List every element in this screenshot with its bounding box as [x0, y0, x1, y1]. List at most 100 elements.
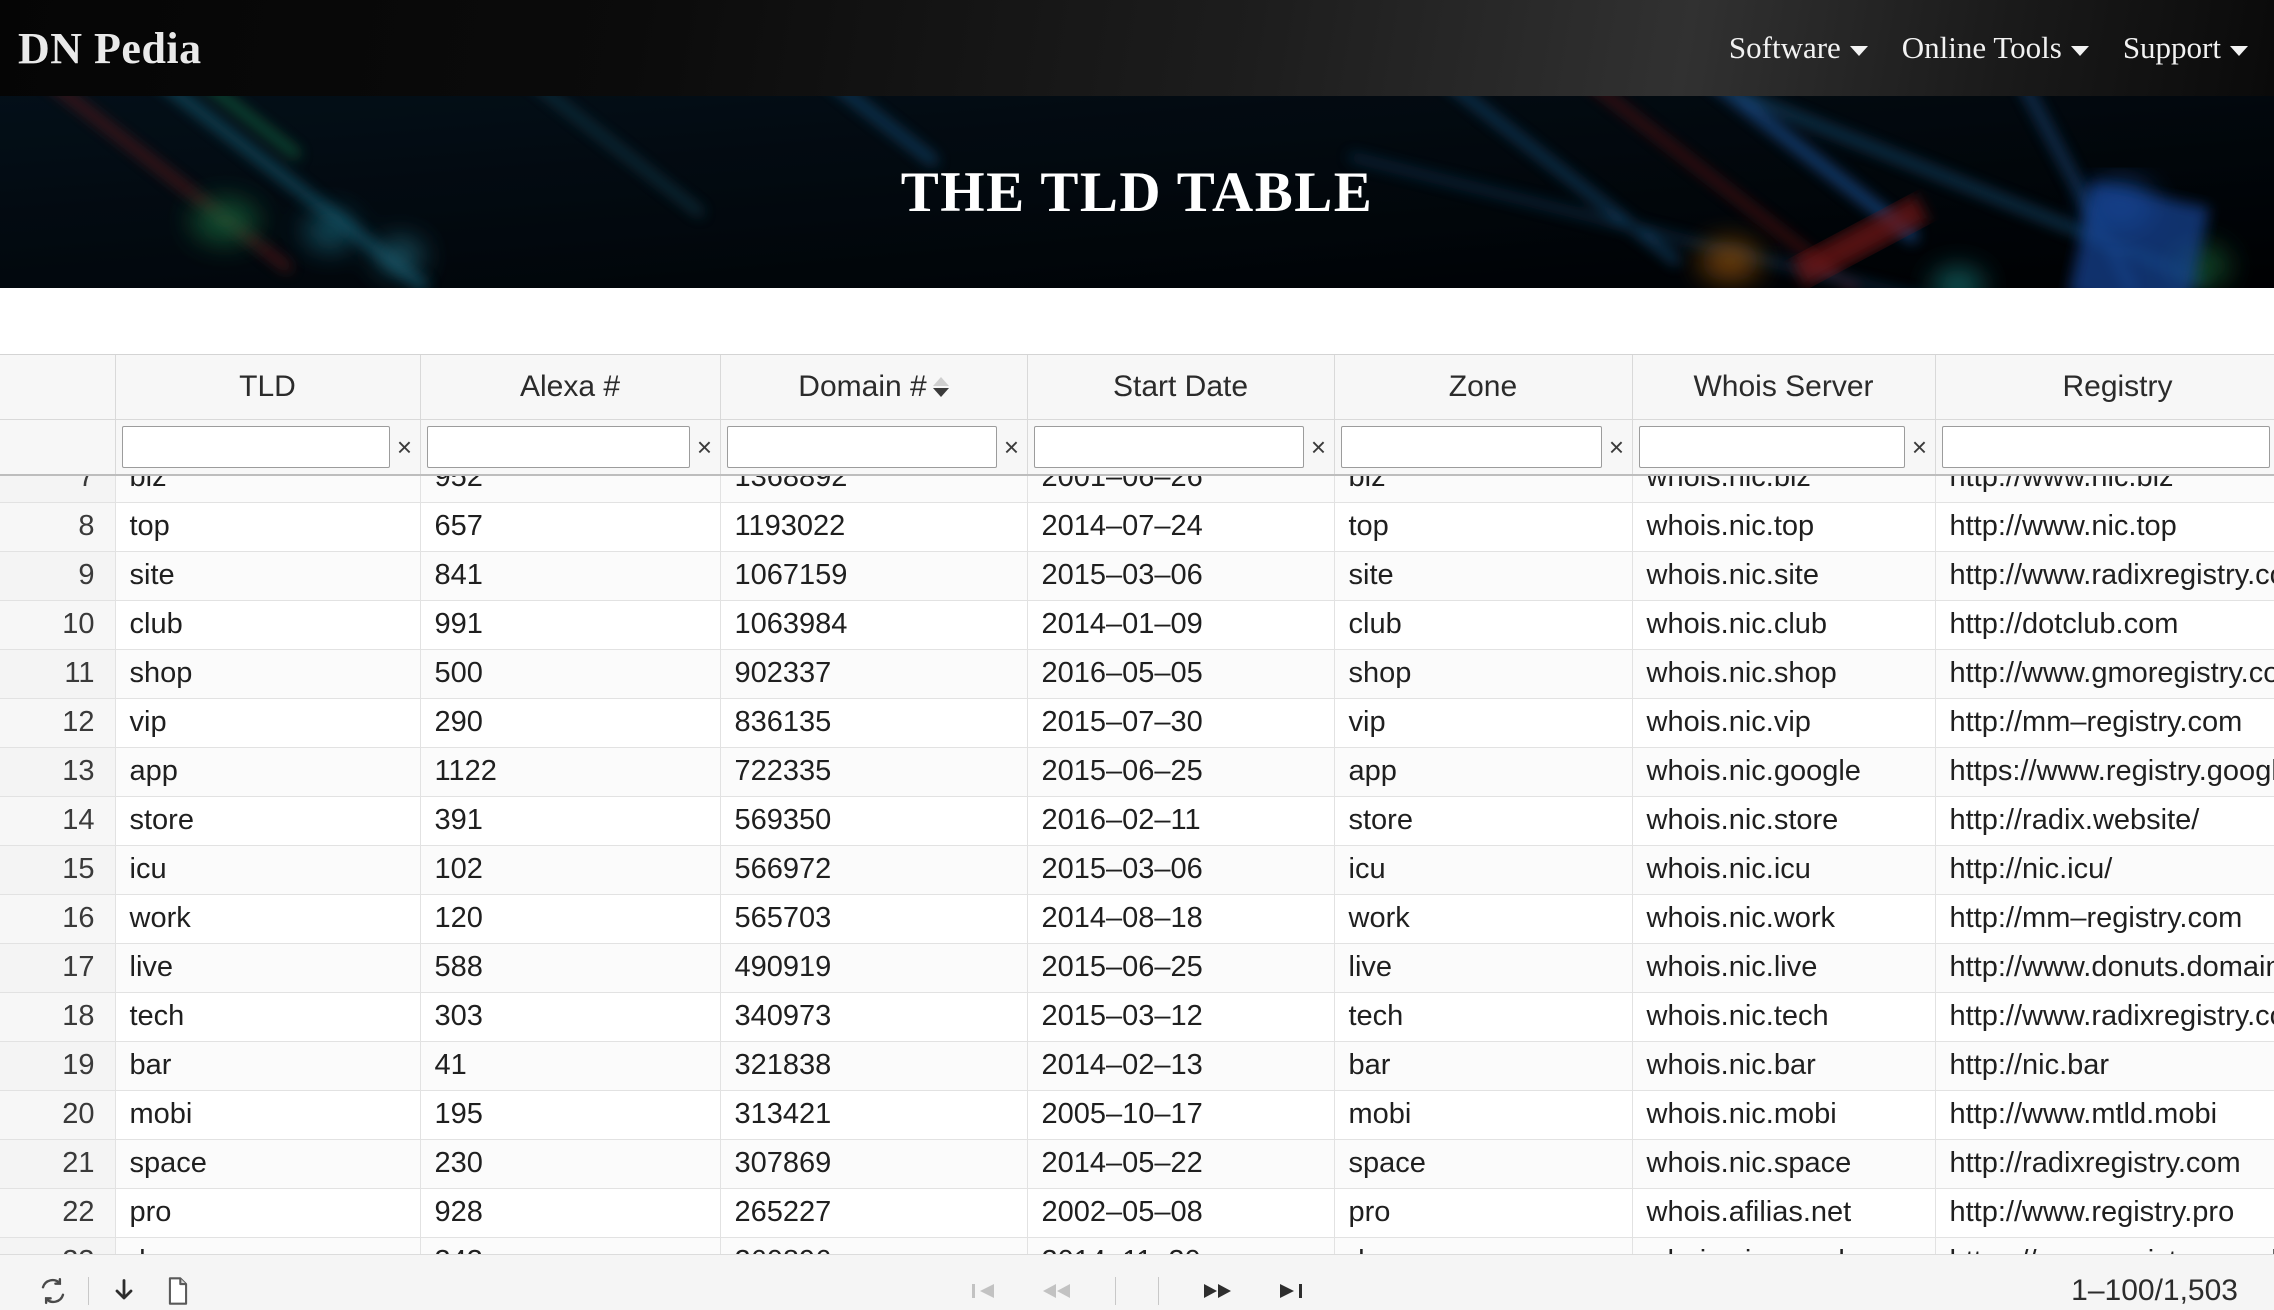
- cell-registry: http://www.mtld.mobi: [1934, 1090, 2274, 1140]
- table-row[interactable]: 8 top 657 1193022 2014–07–24 top whois.nic.top…: [0, 502, 2274, 552]
- table-row[interactable]: 12 vip 290 836135 2015–07–30 vip whois.nic.vip…: [0, 698, 2274, 748]
- cell-whois-server: whois.nic.top: [1631, 502, 1936, 552]
- filter-cell-tld: ×: [114, 418, 421, 476]
- cell-tld: vip: [114, 698, 421, 748]
- cell-alexa: 102: [419, 845, 721, 895]
- cell-whois-server: whois.nic.tech: [1631, 992, 1936, 1042]
- filter-cell-alexa: ×: [419, 418, 721, 476]
- filter-input-whois-server[interactable]: [1638, 425, 1905, 468]
- nav-item-software[interactable]: Software: [1729, 30, 1868, 66]
- row-index: 22: [0, 1188, 116, 1238]
- cell-start-date: 2015–07–30: [1026, 698, 1335, 748]
- first-page-icon[interactable]: [959, 1268, 1007, 1310]
- cell-whois-server: whois.afilias.net: [1631, 1188, 1936, 1238]
- table-row[interactable]: 14 store 391 569350 2016–02–11 store whois.nic…: [0, 796, 2274, 846]
- nav-item-label: Software: [1728, 30, 1841, 65]
- document-icon[interactable]: [151, 1265, 205, 1310]
- cell-zone: icu: [1333, 845, 1633, 895]
- cell-domain: 902337: [719, 649, 1028, 699]
- cell-whois-server: whois.nic.site: [1631, 551, 1936, 601]
- cell-alexa: 841: [419, 551, 721, 601]
- clear-filter-icon[interactable]: ×: [1606, 434, 1628, 460]
- clear-filter-icon[interactable]: ×: [1909, 434, 1931, 460]
- table-filter-row: × × × × × ×: [0, 418, 2274, 476]
- row-index: 14: [0, 796, 116, 846]
- table-row[interactable]: 10 club 991 1063984 2014–01–09 club whois.nic.…: [0, 600, 2274, 650]
- cell-registry: http://nic.bar: [1934, 1041, 2274, 1091]
- clear-filter-icon[interactable]: ×: [1308, 434, 1330, 460]
- last-page-icon[interactable]: [1267, 1268, 1315, 1310]
- table-body: 7 biz 952 1368892 2001–06–26 biz whois.nic.biz…: [0, 453, 2274, 1254]
- nav-item-support[interactable]: Support: [2123, 30, 2248, 66]
- cell-start-date: 2014–08–18: [1026, 894, 1335, 944]
- footer-tools: [26, 1265, 205, 1310]
- cell-registry: http://dotclub.com: [1934, 600, 2274, 650]
- table-row[interactable]: 23dev3432608962014–11–20devwhois.nic.goo…: [0, 1237, 2274, 1254]
- cell-registry: http://www.radixregistry.com: [1934, 551, 2274, 601]
- table-row[interactable]: 13 app 1122 722335 2015–06–25 app whois.nic.go…: [0, 747, 2274, 797]
- cell-registry: http://www.gmoregistry.com: [1934, 649, 2274, 699]
- filter-input-tld[interactable]: [121, 425, 390, 468]
- next-page-icon[interactable]: [1193, 1268, 1241, 1310]
- row-index: 8: [0, 502, 116, 552]
- column-header-registry[interactable]: Registry: [1934, 355, 2274, 420]
- cell-whois-server: whois.nic.mobi: [1631, 1090, 1936, 1140]
- table-header-row: TLD Alexa # Domain # Start Date Zone Who…: [0, 355, 2274, 420]
- filter-input-start-date[interactable]: [1033, 425, 1304, 468]
- table-row[interactable]: 15 icu 102 566972 2015–03–06 icu whois.nic.icu…: [0, 845, 2274, 895]
- column-header-whois-server[interactable]: Whois Server: [1631, 355, 1936, 420]
- column-header-start-date[interactable]: Start Date: [1026, 355, 1335, 420]
- cell-start-date: 2015–03–06: [1026, 845, 1335, 895]
- cell-domain: 340973: [719, 992, 1028, 1042]
- cell-registry: http://www.nic.top: [1934, 502, 2274, 552]
- table-row[interactable]: 21 space 230 307869 2014–05–22 space whois.nic…: [0, 1139, 2274, 1189]
- cell-zone: bar: [1333, 1041, 1633, 1091]
- nav-links: Software Online Tools Support: [1729, 30, 2252, 66]
- table-row[interactable]: 18 tech 303 340973 2015–03–12 tech whois.nic.t…: [0, 992, 2274, 1042]
- cell-alexa: 928: [419, 1188, 721, 1238]
- column-header-label: Start Date: [1112, 369, 1249, 403]
- table-row[interactable]: 11 shop 500 902337 2016–05–05 shop whois.nic.s…: [0, 649, 2274, 699]
- table-row[interactable]: 9 site 841 1067159 2015–03–06 site whois.nic.s…: [0, 551, 2274, 601]
- cell-registry: http://www.donuts.domains: [1934, 943, 2274, 993]
- cell-tld: mobi: [114, 1090, 421, 1140]
- cell-whois-server: whois.nic.work: [1631, 894, 1936, 944]
- row-index: 16: [0, 894, 116, 944]
- filter-input-alexa[interactable]: [426, 425, 690, 468]
- row-index: 23: [0, 1237, 116, 1254]
- table-header-layer: TLD Alexa # Domain # Start Date Zone Who…: [0, 355, 2274, 476]
- download-icon[interactable]: [97, 1265, 151, 1310]
- cell-start-date: 2015–03–12: [1026, 992, 1335, 1042]
- clear-filter-icon[interactable]: ×: [394, 434, 416, 460]
- cell-domain: 313421: [719, 1090, 1028, 1140]
- column-header-zone[interactable]: Zone: [1333, 355, 1633, 420]
- refresh-icon[interactable]: [26, 1265, 80, 1310]
- chevron-down-icon: [1849, 45, 1868, 56]
- cell-whois-server: whois.nic.shop: [1631, 649, 1936, 699]
- clear-filter-icon[interactable]: ×: [1001, 434, 1023, 460]
- filter-input-domain[interactable]: [726, 425, 997, 468]
- nav-item-online-tools[interactable]: Online Tools: [1902, 30, 2089, 66]
- table-row[interactable]: 20 mobi 195 313421 2005–10–17 mobi whois.nic.m…: [0, 1090, 2274, 1140]
- table-row[interactable]: 17 live 588 490919 2015–06–25 live whois.nic.l…: [0, 943, 2274, 993]
- column-header-tld[interactable]: TLD: [114, 355, 421, 420]
- cell-domain: 321838: [719, 1041, 1028, 1091]
- cell-whois-server: whois.nic.icu: [1631, 845, 1936, 895]
- cell-start-date: 2002–05–08: [1026, 1188, 1335, 1238]
- filter-input-zone[interactable]: [1340, 425, 1602, 468]
- table-row[interactable]: 22 pro 928 265227 2002–05–08 pro whois.afilias…: [0, 1188, 2274, 1238]
- table-row[interactable]: 19 bar 41 321838 2014–02–13 bar whois.nic.bar h…: [0, 1041, 2274, 1091]
- table-body-scroller[interactable]: 7 biz 952 1368892 2001–06–26 biz whois.nic.biz…: [0, 453, 2274, 1254]
- row-index: 20: [0, 1090, 116, 1140]
- column-header-domain[interactable]: Domain #: [719, 355, 1028, 420]
- clear-filter-icon[interactable]: ×: [694, 434, 716, 460]
- site-logo[interactable]: DN Pedia: [18, 23, 202, 74]
- previous-page-icon[interactable]: [1033, 1268, 1081, 1310]
- cell-tld: tech: [114, 992, 421, 1042]
- cell-tld: space: [114, 1139, 421, 1189]
- table-row[interactable]: 16 work 120 565703 2014–08–18 work whois.nic.w…: [0, 894, 2274, 944]
- toolbar-separator: [88, 1277, 89, 1305]
- cell-alexa: 391: [419, 796, 721, 846]
- filter-input-registry[interactable]: [1941, 425, 2270, 468]
- column-header-alexa[interactable]: Alexa #: [419, 355, 721, 420]
